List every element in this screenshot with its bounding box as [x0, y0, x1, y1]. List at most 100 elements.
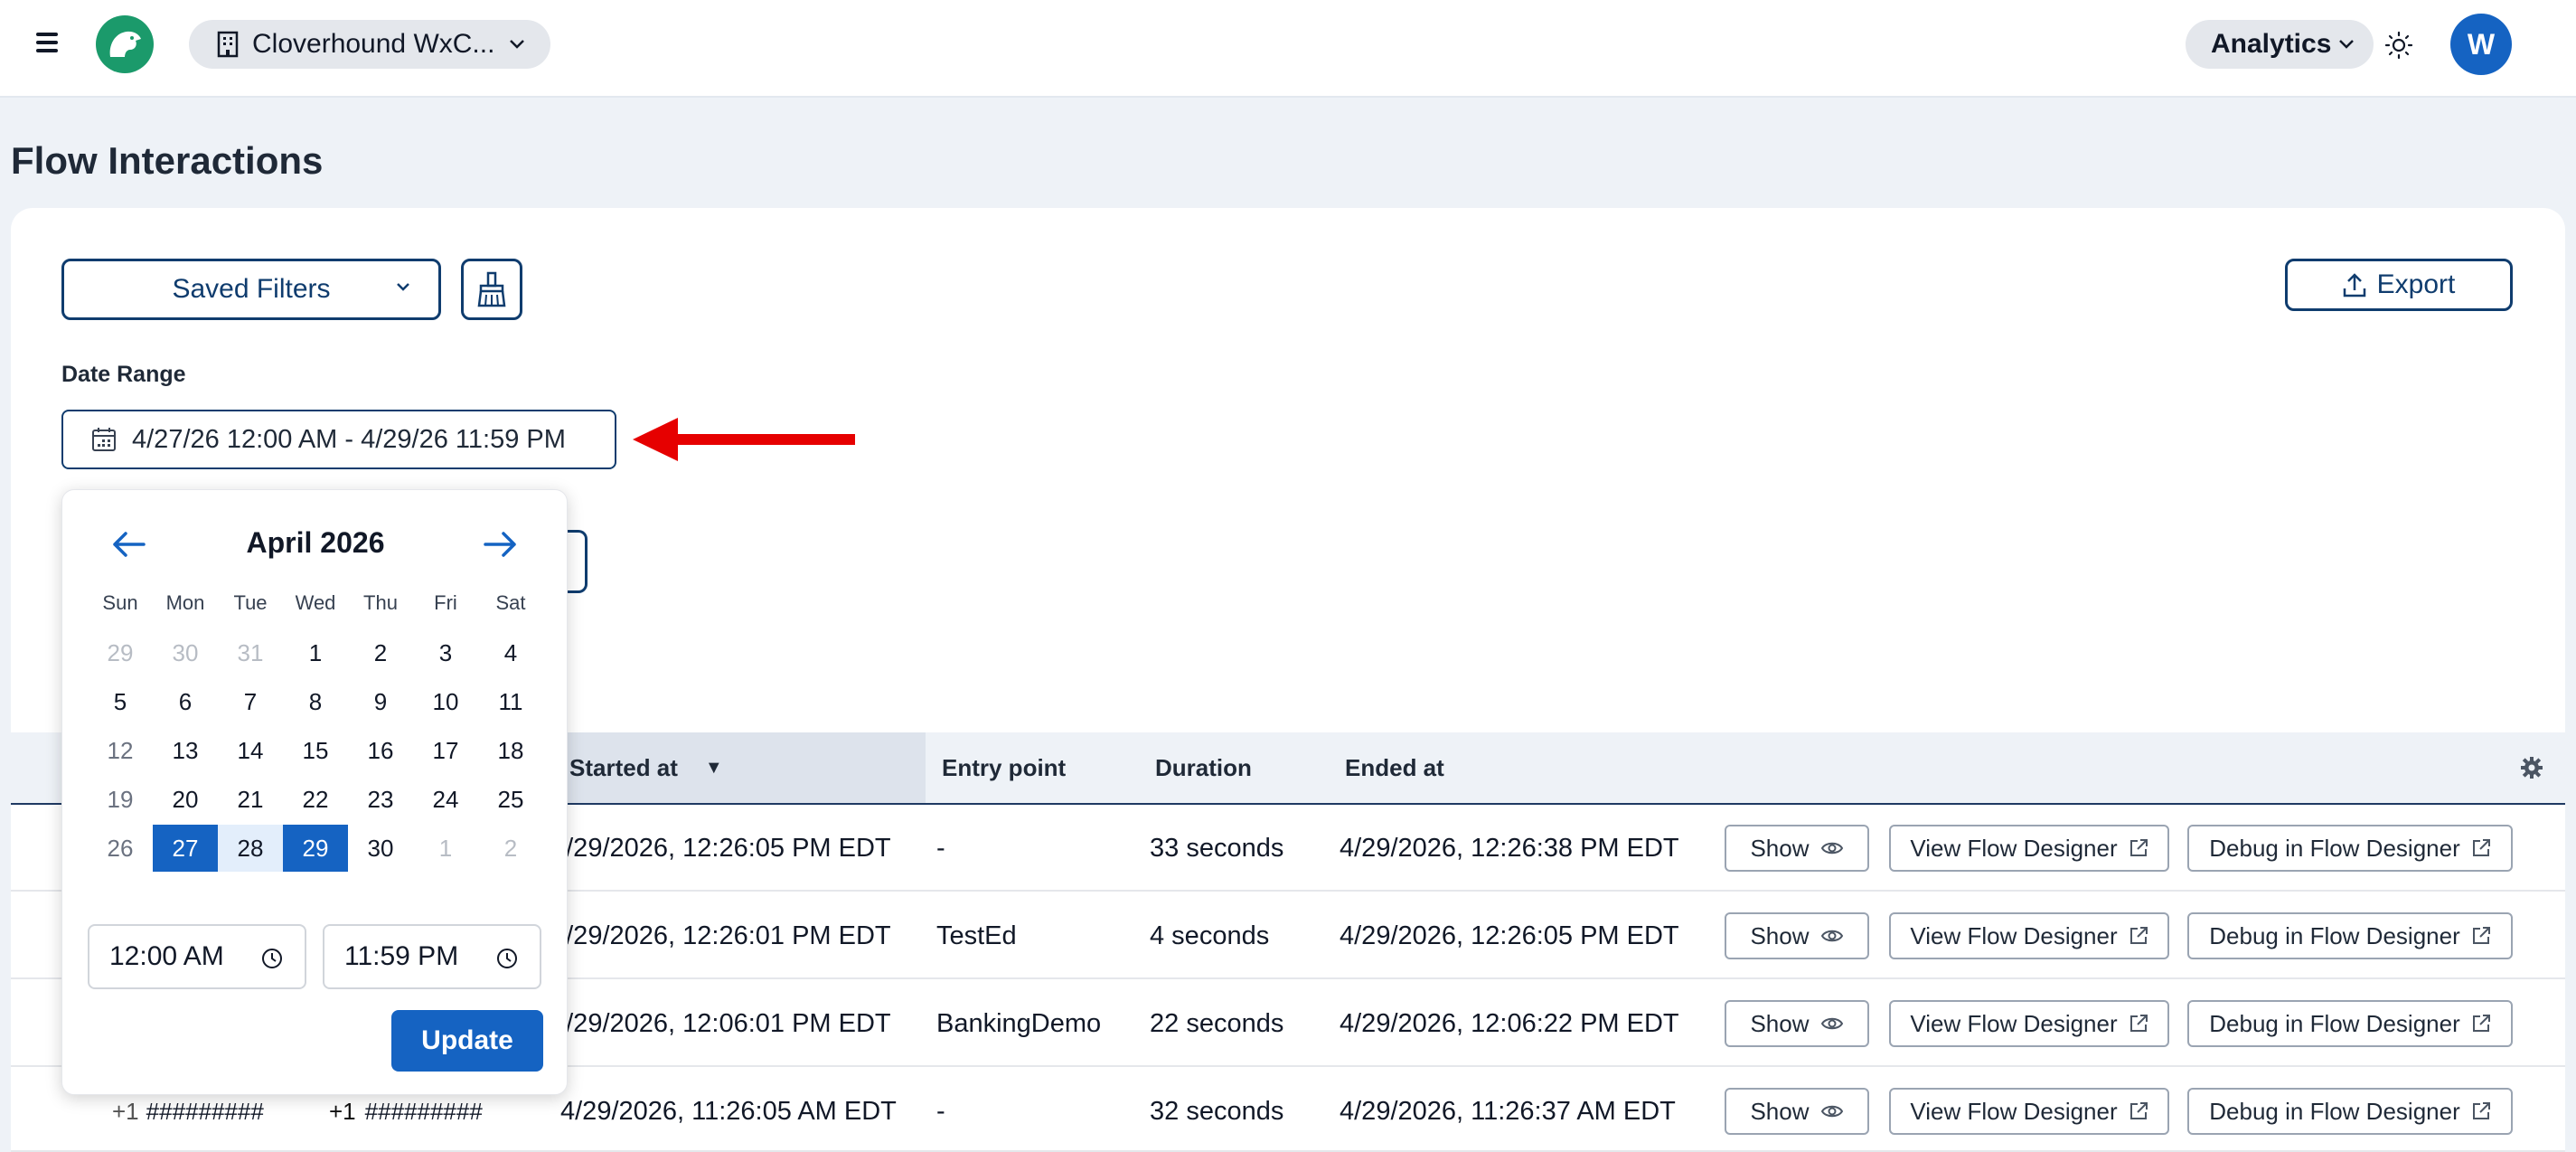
user-avatar[interactable]: W — [2450, 14, 2512, 75]
view-flow-designer-button[interactable]: View Flow Designer — [1889, 1000, 2169, 1047]
calendar-day[interactable]: 21 — [218, 776, 283, 823]
debug-flow-designer-button[interactable]: Debug in Flow Designer — [2187, 1088, 2513, 1135]
external-link-icon — [2129, 1102, 2148, 1119]
show-label: Show — [1750, 834, 1810, 862]
start-time-value: 12:00 AM — [109, 941, 224, 971]
calendar-day[interactable]: 25 — [478, 776, 543, 823]
column-header-duration[interactable]: Duration — [1155, 732, 1252, 803]
external-link-icon — [2472, 1102, 2490, 1119]
clock-icon — [497, 949, 517, 968]
view-flow-designer-label: View Flow Designer — [1910, 1009, 2118, 1037]
calendar-day[interactable]: 1 — [283, 629, 348, 676]
calendar-day[interactable]: 3 — [413, 629, 478, 676]
calendar-day[interactable]: 26 — [88, 825, 153, 872]
calendar-day[interactable]: 12 — [88, 727, 153, 774]
column-settings-gear-icon[interactable] — [2520, 732, 2547, 803]
analytics-menu[interactable]: Analytics — [2186, 20, 2374, 69]
to-number: ######### — [364, 1097, 483, 1125]
calendar-day[interactable]: 8 — [283, 678, 348, 725]
start-time-input[interactable]: 12:00 AM — [88, 924, 306, 989]
update-button[interactable]: Update — [391, 1010, 543, 1072]
entry-point-cell: BankingDemo — [936, 1008, 1102, 1038]
started-at-cell: 4/29/2026, 12:06:01 PM EDT — [551, 1008, 891, 1038]
calendar-day[interactable]: 23 — [348, 776, 413, 823]
saved-filters-dropdown[interactable]: Saved Filters — [61, 259, 441, 320]
calendar-day[interactable]: 18 — [478, 727, 543, 774]
calendar-day[interactable]: 29 — [88, 629, 153, 676]
page-title: Flow Interactions — [11, 139, 324, 182]
clear-filters-button[interactable] — [461, 259, 522, 320]
external-link-icon — [2472, 839, 2490, 856]
calendar-day[interactable]: 14 — [218, 727, 283, 774]
calendar-day[interactable]: 20 — [153, 776, 218, 823]
theme-toggle-sun-icon[interactable] — [2384, 31, 2413, 60]
calendar-day-range-start[interactable]: 27 — [153, 825, 218, 872]
date-picker-popup: April 2026 Sun Mon Tue Wed Thu Fri Sat 2… — [61, 489, 568, 1095]
calendar-day[interactable]: 31 — [218, 629, 283, 676]
building-icon — [217, 31, 239, 58]
show-button[interactable]: Show — [1725, 1088, 1869, 1135]
calendar-day[interactable]: 22 — [283, 776, 348, 823]
calendar-day[interactable]: 16 — [348, 727, 413, 774]
calendar-day[interactable]: 30 — [153, 629, 218, 676]
calendar-day[interactable]: 4 — [478, 629, 543, 676]
calendar-day[interactable]: 19 — [88, 776, 153, 823]
calendar-day[interactable]: 15 — [283, 727, 348, 774]
show-button[interactable]: Show — [1725, 825, 1869, 872]
entry-point-cell: - — [936, 1096, 945, 1126]
debug-flow-designer-button[interactable]: Debug in Flow Designer — [2187, 912, 2513, 959]
entry-point-cell: TestEd — [936, 921, 1017, 950]
analytics-label: Analytics — [2211, 29, 2332, 59]
show-button[interactable]: Show — [1725, 1000, 1869, 1047]
end-time-input[interactable]: 11:59 PM — [323, 924, 541, 989]
ended-at-cell: 4/29/2026, 12:06:22 PM EDT — [1340, 1008, 1679, 1038]
calendar-day[interactable]: 2 — [348, 629, 413, 676]
calendar-day[interactable]: 7 — [218, 678, 283, 725]
external-link-icon — [2129, 927, 2148, 944]
calendar-day[interactable]: 2 — [478, 825, 543, 872]
eye-icon — [1820, 930, 1843, 942]
column-header-ended-at[interactable]: Ended at — [1345, 732, 1444, 803]
calendar-day[interactable]: 24 — [413, 776, 478, 823]
ended-at-cell: 4/29/2026, 12:26:05 PM EDT — [1340, 921, 1679, 950]
upload-icon — [2343, 273, 2365, 297]
show-label: Show — [1750, 1009, 1810, 1037]
organization-selector[interactable]: Cloverhound WxC... — [189, 20, 550, 69]
external-link-icon — [2472, 927, 2490, 944]
calendar-day-range-end[interactable]: 29 — [283, 825, 348, 872]
show-button[interactable]: Show — [1725, 912, 1869, 959]
next-month-arrow-icon[interactable] — [482, 526, 520, 562]
calendar-day[interactable]: 30 — [348, 825, 413, 872]
calendar-day[interactable]: 13 — [153, 727, 218, 774]
view-flow-designer-button[interactable]: View Flow Designer — [1889, 1088, 2169, 1135]
top-bar: Cloverhound WxC... Analytics W — [0, 0, 2576, 98]
started-at-cell: 4/29/2026, 12:26:05 PM EDT — [551, 833, 891, 863]
column-header-started-at[interactable]: Started at ▼ — [517, 732, 926, 803]
external-link-icon — [2129, 1015, 2148, 1032]
date-range-input[interactable]: 4/27/26 12:00 AM - 4/29/26 11:59 PM — [61, 410, 616, 469]
debug-flow-designer-button[interactable]: Debug in Flow Designer — [2187, 1000, 2513, 1047]
calendar-day[interactable]: 6 — [153, 678, 218, 725]
calendar-day[interactable]: 11 — [478, 678, 543, 725]
calendar-day[interactable]: 9 — [348, 678, 413, 725]
view-flow-designer-button[interactable]: View Flow Designer — [1889, 825, 2169, 872]
calendar-day-in-range[interactable]: 28 — [218, 825, 283, 872]
started-at-header-label: Started at — [569, 753, 678, 781]
view-flow-designer-button[interactable]: View Flow Designer — [1889, 912, 2169, 959]
brand-logo-icon[interactable] — [96, 15, 154, 73]
debug-flow-designer-button[interactable]: Debug in Flow Designer — [2187, 825, 2513, 872]
calendar-day[interactable]: 5 — [88, 678, 153, 725]
calendar-day[interactable]: 10 — [413, 678, 478, 725]
chevron-down-icon — [510, 40, 525, 49]
export-label: Export — [2376, 269, 2456, 299]
menu-icon[interactable] — [36, 33, 58, 52]
eye-icon — [1820, 1105, 1843, 1118]
duration-cell: 33 seconds — [1150, 833, 1284, 863]
column-header-entry-point[interactable]: Entry point — [942, 732, 1066, 803]
started-at-cell: 4/29/2026, 11:26:05 AM EDT — [560, 1096, 897, 1126]
external-link-icon — [2472, 1015, 2490, 1032]
calendar-day[interactable]: 17 — [413, 727, 478, 774]
weekday-label: Fri — [434, 591, 457, 614]
calendar-day[interactable]: 1 — [413, 825, 478, 872]
export-button[interactable]: Export — [2285, 259, 2513, 311]
